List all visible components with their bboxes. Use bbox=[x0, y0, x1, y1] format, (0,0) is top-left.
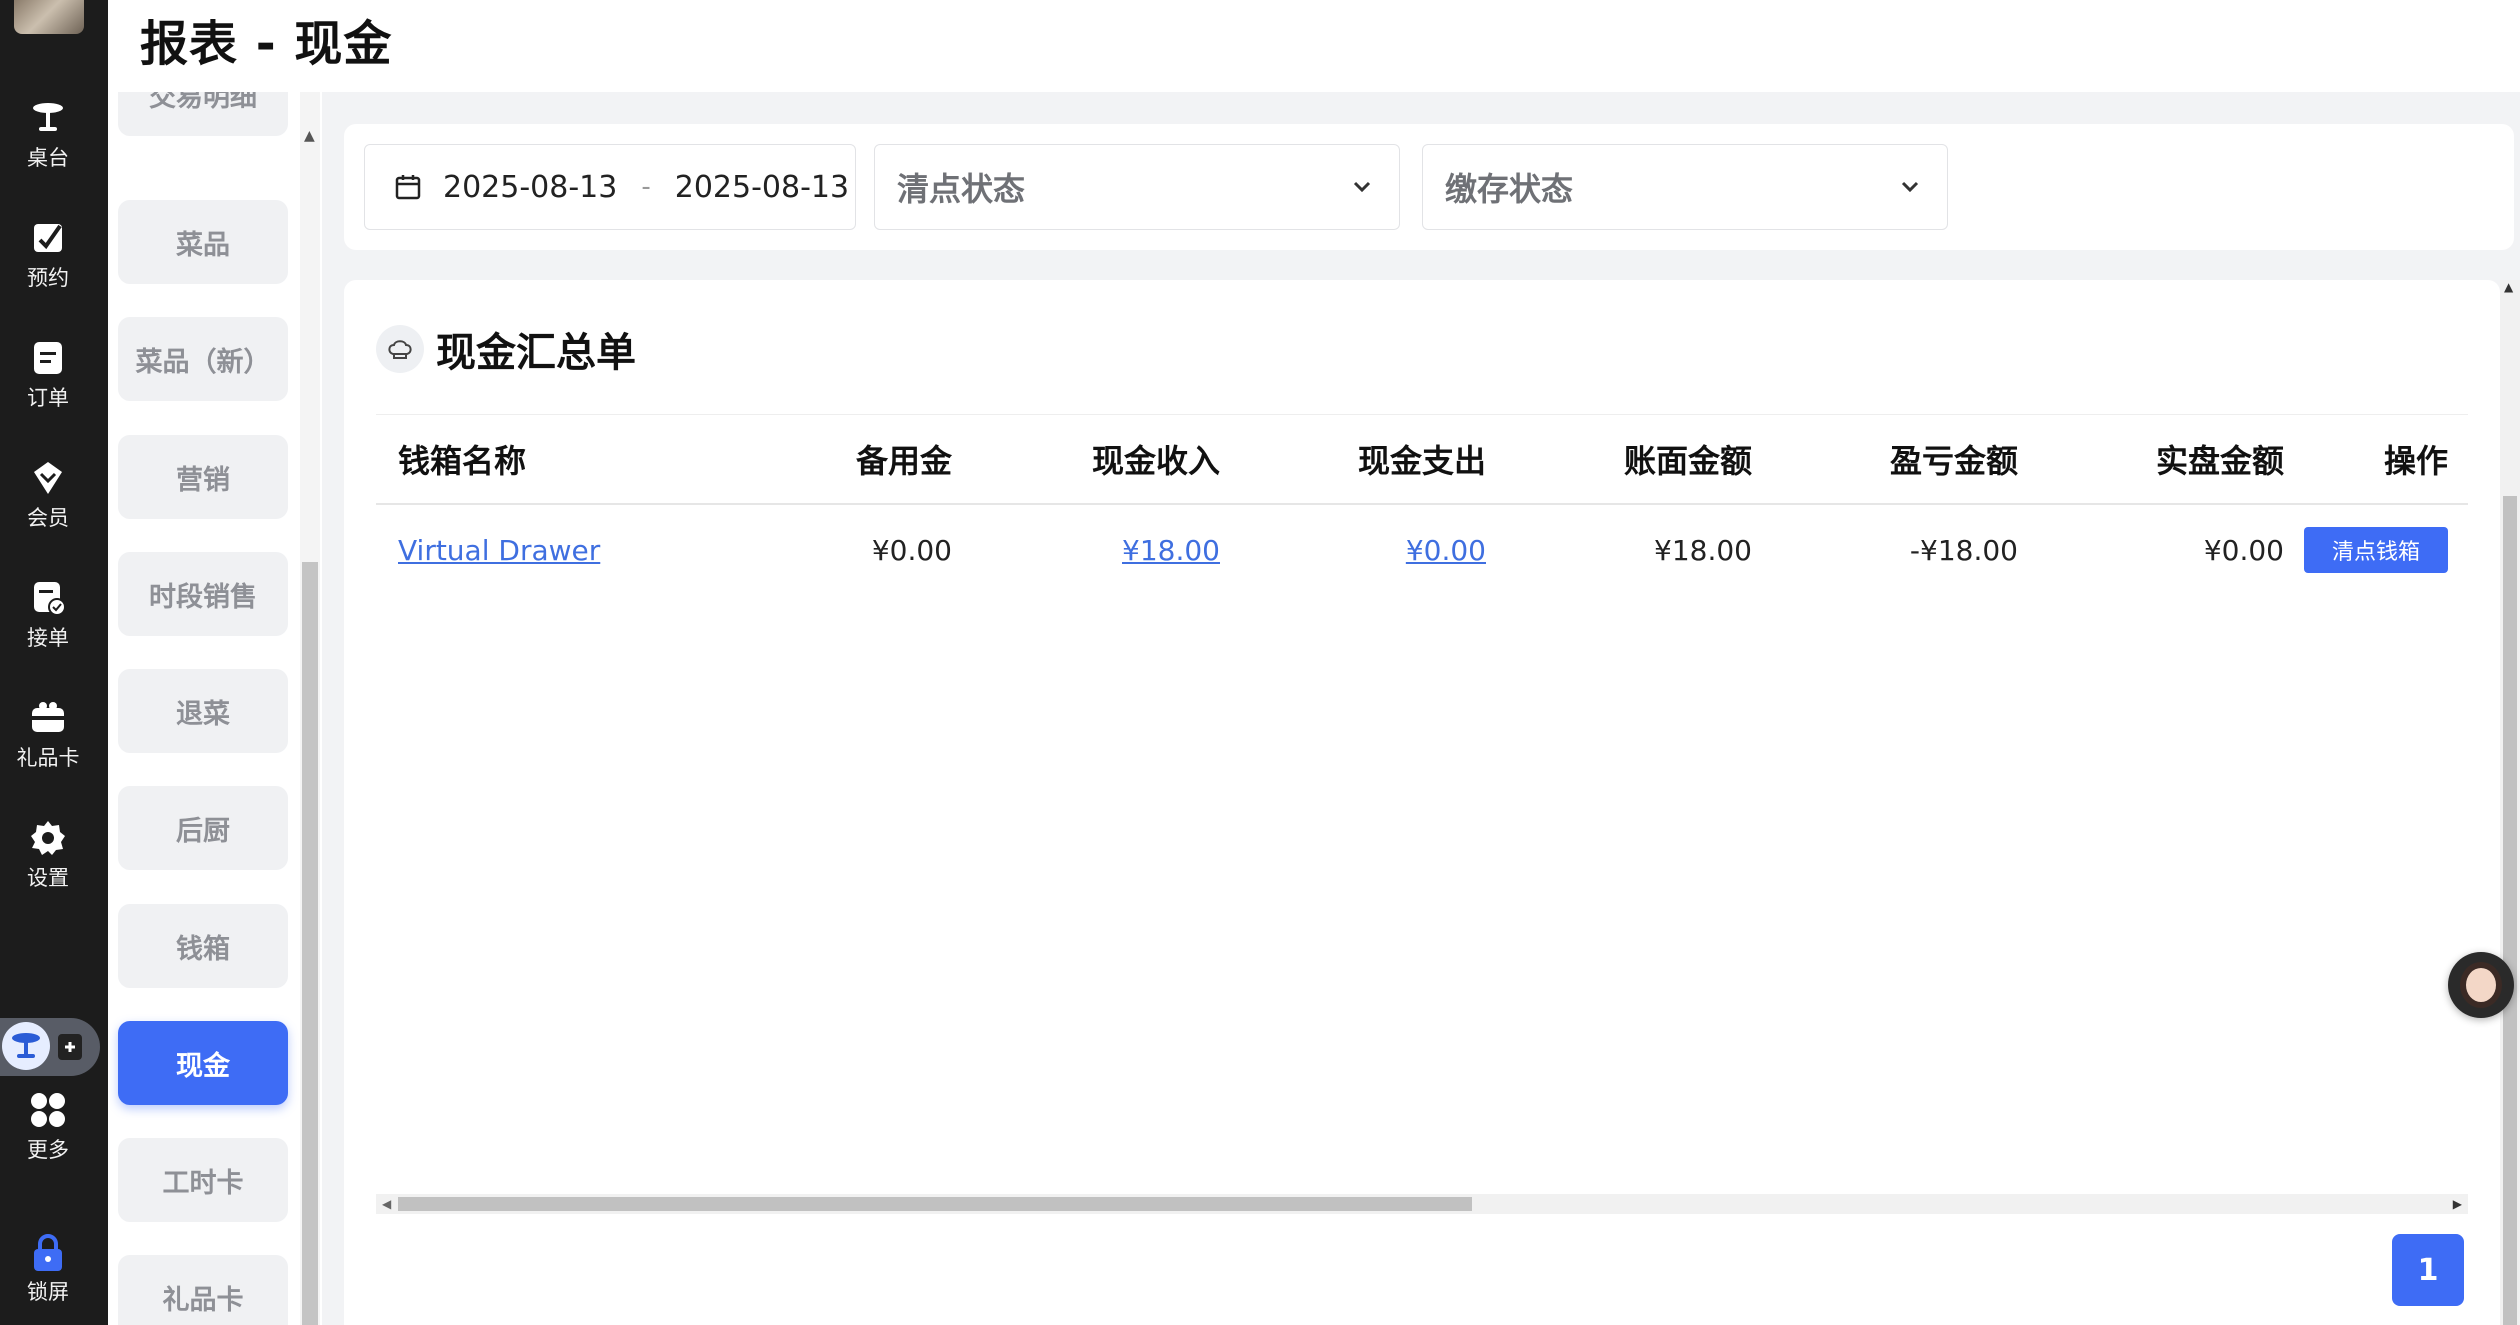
rail-label: 接单 bbox=[27, 626, 69, 650]
date-start[interactable]: 2025-08-13 bbox=[443, 170, 617, 205]
calendar-icon bbox=[395, 175, 421, 200]
rail-item-reservation[interactable]: 预约 bbox=[0, 218, 96, 292]
settings-icon bbox=[31, 821, 65, 855]
filter-bar: 2025-08-13 - 2025-08-13 清点状态 缴存状态 bbox=[344, 124, 2514, 250]
subnav-scrollbar-thumb[interactable] bbox=[302, 562, 318, 1325]
subnav-item-marketing[interactable]: 营销 bbox=[118, 435, 288, 519]
col-drawer-name: 钱箱名称 bbox=[398, 442, 527, 480]
cash-in-link[interactable]: ¥18.00 bbox=[1122, 505, 1220, 595]
vertical-scroll-thumb[interactable] bbox=[2503, 496, 2517, 1325]
scroll-up-arrow-icon[interactable]: ▲ bbox=[2504, 280, 2513, 294]
rail-label: 预约 bbox=[27, 266, 69, 290]
actual-amount-value: ¥0.00 bbox=[2203, 533, 2284, 567]
date-separator: - bbox=[641, 172, 651, 202]
rail-item-orders[interactable]: 订单 bbox=[0, 338, 96, 412]
cash-table: 钱箱名称 备用金 现金收入 现金支出 账面金额 盈亏金额 实盘金额 操作 Vir… bbox=[376, 414, 2468, 595]
deposit-status-placeholder: 缴存状态 bbox=[1445, 170, 1574, 208]
chef-hat-icon bbox=[376, 325, 424, 373]
rail-item-gift-card[interactable]: 礼品卡 bbox=[0, 698, 96, 772]
subnav-item-dishes[interactable]: 菜品 bbox=[118, 200, 288, 284]
chevron-down-icon bbox=[1901, 181, 1919, 193]
float-value: ¥0.00 bbox=[871, 533, 952, 567]
rail-item-more[interactable]: 更多 bbox=[0, 1090, 96, 1164]
col-float: 备用金 bbox=[855, 442, 952, 480]
main-vertical-scrollbar[interactable]: ▲ bbox=[2500, 280, 2520, 1325]
document-mode-icon bbox=[58, 1034, 82, 1060]
rail-label: 更多 bbox=[27, 1138, 69, 1162]
report-subnav: 交易明细 菜品 菜品（新） 营销 时段销售 退菜 后厨 钱箱 现金 工时卡 礼品… bbox=[108, 92, 322, 1325]
cash-out-link[interactable]: ¥0.00 bbox=[1406, 505, 1486, 595]
col-action: 操作 bbox=[2383, 442, 2448, 480]
pagination-page-button[interactable]: 1 bbox=[2392, 1234, 2464, 1306]
rail-item-accept-order[interactable]: 接单 bbox=[0, 578, 96, 652]
rail-label: 订单 bbox=[27, 386, 69, 410]
col-actual-amount: 实盘金额 bbox=[2155, 442, 2284, 480]
rail-item-member[interactable]: 会员 bbox=[0, 458, 96, 532]
rail-label: 礼品卡 bbox=[16, 746, 80, 770]
count-status-placeholder: 清点状态 bbox=[897, 170, 1026, 208]
rail-label: 锁屏 bbox=[27, 1280, 69, 1304]
table-horizontal-scrollbar[interactable]: ◀ ▶ bbox=[376, 1194, 2468, 1214]
page-header: 报表 - 现金 bbox=[108, 0, 2520, 92]
date-range-picker[interactable]: 2025-08-13 - 2025-08-13 bbox=[364, 144, 856, 230]
book-amount-value: ¥18.00 bbox=[1654, 533, 1752, 567]
rail-label: 桌台 bbox=[27, 146, 69, 170]
drawer-name-link[interactable]: Virtual Drawer bbox=[398, 505, 600, 595]
subnav-item-cash-drawer[interactable]: 钱箱 bbox=[118, 904, 288, 988]
chevron-down-icon bbox=[1353, 181, 1371, 193]
cash-summary-card: 现金汇总单 钱箱名称 备用金 现金收入 现金支出 账面金额 盈亏金额 实盘金额 … bbox=[344, 280, 2500, 1325]
accept-order-icon bbox=[34, 582, 66, 616]
page-title: 报表 - 现金 bbox=[140, 16, 393, 72]
reservation-icon bbox=[34, 224, 62, 252]
subnav-item-returns[interactable]: 退菜 bbox=[118, 669, 288, 753]
rail-item-lock[interactable]: 锁屏 bbox=[0, 1232, 96, 1306]
rail-label: 设置 bbox=[27, 866, 69, 890]
count-drawer-button[interactable]: 清点钱箱 bbox=[2304, 527, 2448, 573]
scroll-left-arrow-icon[interactable]: ◀ bbox=[382, 1194, 391, 1214]
member-icon bbox=[34, 462, 62, 494]
table-header: 钱箱名称 备用金 现金收入 现金支出 账面金额 盈亏金额 实盘金额 操作 bbox=[376, 414, 2468, 505]
scroll-up-arrow-icon[interactable]: ▲ bbox=[304, 128, 315, 144]
col-cash-out: 现金支出 bbox=[1357, 442, 1486, 480]
subnav-item-timecard[interactable]: 工时卡 bbox=[118, 1138, 288, 1222]
gift-card-icon bbox=[32, 702, 64, 732]
subnav-item-time-sales[interactable]: 时段销售 bbox=[118, 552, 288, 636]
order-icon bbox=[34, 342, 62, 374]
main-rail: 桌台 预约 订单 会员 接单 礼品卡 设置 更多 锁屏 bbox=[0, 0, 108, 1325]
scroll-right-arrow-icon[interactable]: ▶ bbox=[2453, 1194, 2462, 1214]
table-icon bbox=[33, 103, 63, 131]
subnav-item-gift-card[interactable]: 礼品卡 bbox=[118, 1255, 288, 1325]
diff-amount-value: -¥18.00 bbox=[1909, 533, 2018, 567]
subnav-item-kitchen[interactable]: 后厨 bbox=[118, 786, 288, 870]
count-status-select[interactable]: 清点状态 bbox=[874, 144, 1400, 230]
assistant-face-icon bbox=[2460, 962, 2502, 1008]
table-row: Virtual Drawer ¥0.00 ¥18.00 ¥0.00 ¥18.00… bbox=[376, 505, 2468, 595]
horizontal-scroll-thumb[interactable] bbox=[398, 1197, 1472, 1211]
mode-toggle[interactable] bbox=[0, 1018, 100, 1076]
rail-item-settings[interactable]: 设置 bbox=[0, 818, 96, 892]
more-icon bbox=[31, 1093, 65, 1127]
subnav-item-cash[interactable]: 现金 bbox=[118, 1021, 288, 1105]
table-mode-icon bbox=[2, 1022, 50, 1070]
subnav-item-dishes-new[interactable]: 菜品（新） bbox=[118, 317, 288, 401]
col-diff-amount: 盈亏金额 bbox=[1889, 442, 2018, 480]
assistant-avatar-button[interactable] bbox=[2448, 952, 2514, 1018]
card-title: 现金汇总单 bbox=[436, 330, 636, 376]
card-header: 现金汇总单 bbox=[376, 320, 636, 378]
rail-item-table[interactable]: 桌台 bbox=[0, 98, 96, 172]
date-end[interactable]: 2025-08-13 bbox=[675, 170, 849, 205]
deposit-status-select[interactable]: 缴存状态 bbox=[1422, 144, 1948, 230]
rail-label: 会员 bbox=[27, 506, 69, 530]
col-cash-in: 现金收入 bbox=[1091, 442, 1220, 480]
lock-icon bbox=[34, 1234, 62, 1271]
col-book-amount: 账面金额 bbox=[1623, 442, 1752, 480]
user-avatar[interactable] bbox=[14, 0, 84, 34]
subnav-item-transactions[interactable]: 交易明细 bbox=[118, 92, 288, 136]
